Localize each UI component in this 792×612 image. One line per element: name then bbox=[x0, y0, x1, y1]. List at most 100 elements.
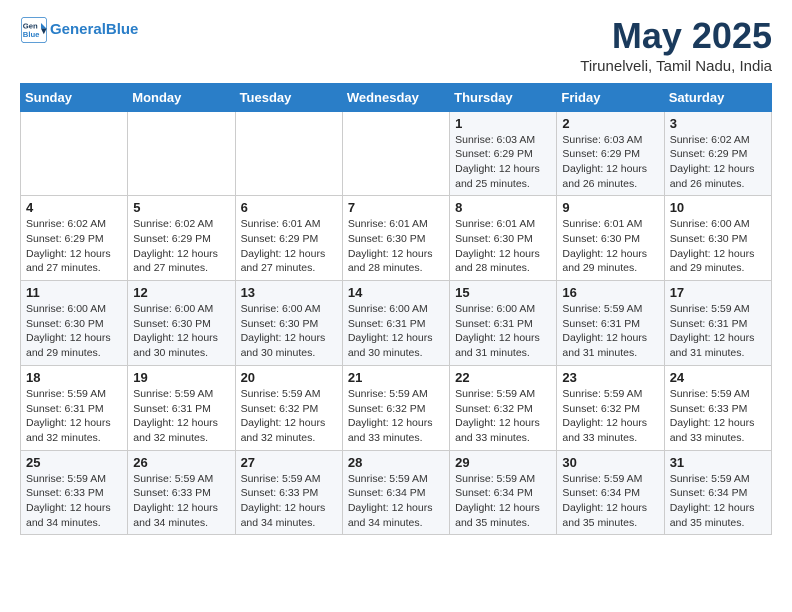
day-header-wednesday: Wednesday bbox=[342, 83, 449, 111]
calendar-cell bbox=[342, 111, 449, 196]
calendar-cell: 25 Sunrise: 5:59 AM Sunset: 6:33 PM Dayli… bbox=[21, 450, 128, 535]
calendar-cell: 13 Sunrise: 6:00 AM Sunset: 6:30 PM Dayli… bbox=[235, 281, 342, 366]
calendar-cell: 24 Sunrise: 5:59 AM Sunset: 6:33 PM Dayli… bbox=[664, 365, 771, 450]
calendar-cell: 30 Sunrise: 5:59 AM Sunset: 6:34 PM Dayli… bbox=[557, 450, 664, 535]
day-info: Sunrise: 6:01 AM Sunset: 6:30 PM Dayligh… bbox=[348, 217, 444, 276]
day-number: 3 bbox=[670, 116, 766, 131]
day-info: Sunrise: 6:01 AM Sunset: 6:30 PM Dayligh… bbox=[455, 217, 551, 276]
day-number: 30 bbox=[562, 455, 658, 470]
calendar-cell: 18Sunrise: 5:59 AM Sunset: 6:31 PM Dayli… bbox=[21, 365, 128, 450]
day-number: 25 bbox=[26, 455, 122, 470]
calendar-cell bbox=[235, 111, 342, 196]
calendar-table: SundayMondayTuesdayWednesdayThursdayFrid… bbox=[20, 83, 772, 536]
calendar-cell: 21 Sunrise: 5:59 AM Sunset: 6:32 PM Dayli… bbox=[342, 365, 449, 450]
calendar-cell: 19Sunrise: 5:59 AM Sunset: 6:31 PM Dayli… bbox=[128, 365, 235, 450]
day-number: 15 bbox=[455, 285, 551, 300]
calendar-cell: 22Sunrise: 5:59 AM Sunset: 6:32 PM Dayli… bbox=[450, 365, 557, 450]
day-number: 21 bbox=[348, 370, 444, 385]
title-block: May 2025 Tirunelveli, Tamil Nadu, India bbox=[580, 16, 772, 75]
calendar-cell: 15 Sunrise: 6:00 AM Sunset: 6:31 PM Dayli… bbox=[450, 281, 557, 366]
calendar-cell: 16 Sunrise: 5:59 AM Sunset: 6:31 PM Dayli… bbox=[557, 281, 664, 366]
day-number: 9 bbox=[562, 200, 658, 215]
calendar-cell: 29Sunrise: 5:59 AM Sunset: 6:34 PM Dayli… bbox=[450, 450, 557, 535]
day-number: 4 bbox=[26, 200, 122, 215]
calendar-cell: 2 Sunrise: 6:03 AM Sunset: 6:29 PM Daylig… bbox=[557, 111, 664, 196]
day-info: Sunrise: 5:59 AM Sunset: 6:31 PM Dayligh… bbox=[562, 302, 658, 361]
week-row-0: 1 Sunrise: 6:03 AM Sunset: 6:29 PM Daylig… bbox=[21, 111, 772, 196]
calendar-cell bbox=[128, 111, 235, 196]
day-info: Sunrise: 5:59 AM Sunset: 6:32 PM Dayligh… bbox=[241, 387, 337, 446]
day-info: Sunrise: 5:59 AM Sunset: 6:33 PM Dayligh… bbox=[241, 472, 337, 531]
day-info: Sunrise: 6:03 AM Sunset: 6:29 PM Dayligh… bbox=[562, 133, 658, 192]
week-row-4: 25 Sunrise: 5:59 AM Sunset: 6:33 PM Dayli… bbox=[21, 450, 772, 535]
header: Gen Blue General Blue May 2025 Tirunelvel… bbox=[20, 16, 772, 75]
day-number: 23 bbox=[562, 370, 658, 385]
day-number: 26 bbox=[133, 455, 229, 470]
day-number: 16 bbox=[562, 285, 658, 300]
calendar-cell bbox=[21, 111, 128, 196]
day-number: 31 bbox=[670, 455, 766, 470]
day-info: Sunrise: 6:01 AM Sunset: 6:29 PM Dayligh… bbox=[241, 217, 337, 276]
day-number: 12 bbox=[133, 285, 229, 300]
calendar-cell: 4 Sunrise: 6:02 AM Sunset: 6:29 PM Daylig… bbox=[21, 196, 128, 281]
day-number: 13 bbox=[241, 285, 337, 300]
calendar-cell: 9 Sunrise: 6:01 AM Sunset: 6:30 PM Daylig… bbox=[557, 196, 664, 281]
day-info: Sunrise: 5:59 AM Sunset: 6:34 PM Dayligh… bbox=[670, 472, 766, 531]
day-number: 6 bbox=[241, 200, 337, 215]
calendar-cell: 7 Sunrise: 6:01 AM Sunset: 6:30 PM Daylig… bbox=[342, 196, 449, 281]
day-header-thursday: Thursday bbox=[450, 83, 557, 111]
day-info: Sunrise: 5:59 AM Sunset: 6:33 PM Dayligh… bbox=[26, 472, 122, 531]
calendar-cell: 12 Sunrise: 6:00 AM Sunset: 6:30 PM Dayli… bbox=[128, 281, 235, 366]
subtitle: Tirunelveli, Tamil Nadu, India bbox=[580, 58, 772, 75]
day-number: 7 bbox=[348, 200, 444, 215]
day-info: Sunrise: 6:03 AM Sunset: 6:29 PM Dayligh… bbox=[455, 133, 551, 192]
day-info: Sunrise: 6:00 AM Sunset: 6:30 PM Dayligh… bbox=[670, 217, 766, 276]
day-info: Sunrise: 5:59 AM Sunset: 6:32 PM Dayligh… bbox=[348, 387, 444, 446]
calendar-cell: 8 Sunrise: 6:01 AM Sunset: 6:30 PM Daylig… bbox=[450, 196, 557, 281]
day-info: Sunrise: 6:01 AM Sunset: 6:30 PM Dayligh… bbox=[562, 217, 658, 276]
calendar-cell: 10Sunrise: 6:00 AM Sunset: 6:30 PM Dayli… bbox=[664, 196, 771, 281]
day-info: Sunrise: 6:02 AM Sunset: 6:29 PM Dayligh… bbox=[670, 133, 766, 192]
calendar-cell: 26 Sunrise: 5:59 AM Sunset: 6:33 PM Dayli… bbox=[128, 450, 235, 535]
calendar-cell: 17Sunrise: 5:59 AM Sunset: 6:31 PM Dayli… bbox=[664, 281, 771, 366]
day-number: 24 bbox=[670, 370, 766, 385]
day-number: 20 bbox=[241, 370, 337, 385]
day-number: 22 bbox=[455, 370, 551, 385]
week-row-1: 4 Sunrise: 6:02 AM Sunset: 6:29 PM Daylig… bbox=[21, 196, 772, 281]
day-number: 5 bbox=[133, 200, 229, 215]
day-info: Sunrise: 6:00 AM Sunset: 6:30 PM Dayligh… bbox=[26, 302, 122, 361]
day-info: Sunrise: 5:59 AM Sunset: 6:33 PM Dayligh… bbox=[133, 472, 229, 531]
calendar-cell: 3 Sunrise: 6:02 AM Sunset: 6:29 PM Daylig… bbox=[664, 111, 771, 196]
calendar-cell: 20 Sunrise: 5:59 AM Sunset: 6:32 PM Dayli… bbox=[235, 365, 342, 450]
day-info: Sunrise: 6:02 AM Sunset: 6:29 PM Dayligh… bbox=[26, 217, 122, 276]
day-info: Sunrise: 6:00 AM Sunset: 6:31 PM Dayligh… bbox=[348, 302, 444, 361]
day-info: Sunrise: 6:00 AM Sunset: 6:30 PM Dayligh… bbox=[133, 302, 229, 361]
week-row-2: 11 Sunrise: 6:00 AM Sunset: 6:30 PM Dayli… bbox=[21, 281, 772, 366]
logo: Gen Blue General Blue bbox=[20, 16, 138, 44]
day-header-sunday: Sunday bbox=[21, 83, 128, 111]
day-header-tuesday: Tuesday bbox=[235, 83, 342, 111]
day-number: 8 bbox=[455, 200, 551, 215]
day-info: Sunrise: 5:59 AM Sunset: 6:34 PM Dayligh… bbox=[562, 472, 658, 531]
day-number: 19 bbox=[133, 370, 229, 385]
calendar-cell: 1 Sunrise: 6:03 AM Sunset: 6:29 PM Daylig… bbox=[450, 111, 557, 196]
week-row-3: 18Sunrise: 5:59 AM Sunset: 6:31 PM Dayli… bbox=[21, 365, 772, 450]
svg-text:Gen: Gen bbox=[23, 22, 38, 31]
logo-icon: Gen Blue bbox=[20, 16, 48, 44]
day-info: Sunrise: 6:00 AM Sunset: 6:30 PM Dayligh… bbox=[241, 302, 337, 361]
header-row: SundayMondayTuesdayWednesdayThursdayFrid… bbox=[21, 83, 772, 111]
day-number: 11 bbox=[26, 285, 122, 300]
calendar-cell: 23Sunrise: 5:59 AM Sunset: 6:32 PM Dayli… bbox=[557, 365, 664, 450]
day-info: Sunrise: 5:59 AM Sunset: 6:34 PM Dayligh… bbox=[455, 472, 551, 531]
calendar-cell: 28Sunrise: 5:59 AM Sunset: 6:34 PM Dayli… bbox=[342, 450, 449, 535]
day-info: Sunrise: 5:59 AM Sunset: 6:34 PM Dayligh… bbox=[348, 472, 444, 531]
day-info: Sunrise: 6:00 AM Sunset: 6:31 PM Dayligh… bbox=[455, 302, 551, 361]
day-number: 1 bbox=[455, 116, 551, 131]
day-info: Sunrise: 5:59 AM Sunset: 6:33 PM Dayligh… bbox=[670, 387, 766, 446]
svg-text:Blue: Blue bbox=[23, 30, 40, 39]
logo-general: General bbox=[50, 21, 106, 38]
day-info: Sunrise: 6:02 AM Sunset: 6:29 PM Dayligh… bbox=[133, 217, 229, 276]
day-header-monday: Monday bbox=[128, 83, 235, 111]
main-title: May 2025 bbox=[580, 16, 772, 56]
day-number: 2 bbox=[562, 116, 658, 131]
